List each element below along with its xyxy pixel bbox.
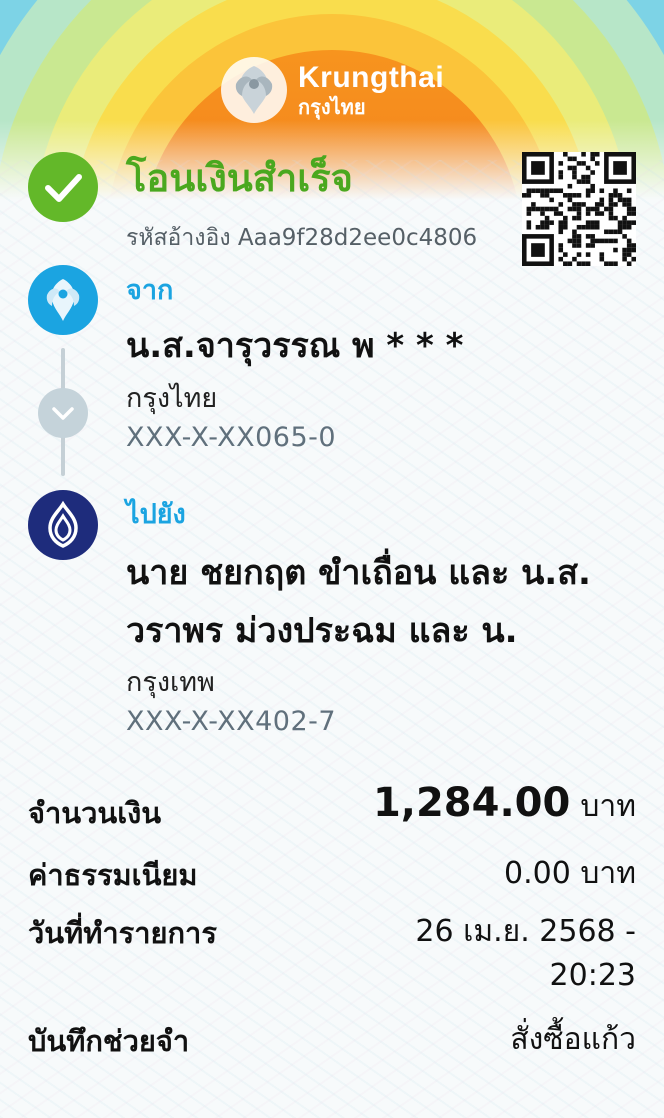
reference-code: รหัสอ้างอิง Aaa9f28d2ee0c4806 bbox=[126, 225, 478, 251]
to-name-line2: วราพร ม่วงประฉม และ น. bbox=[126, 611, 518, 651]
qr-code-icon[interactable] bbox=[522, 152, 636, 266]
success-badge bbox=[28, 152, 98, 222]
to-account-number: XXX-X-XX402-7 bbox=[126, 706, 337, 737]
fee-value: 0.00 บาท bbox=[504, 856, 636, 891]
amount-currency: บาท bbox=[580, 789, 636, 824]
memo-label: บันทึกช่วยจำ bbox=[28, 1024, 190, 1058]
from-name: น.ส.จารุวรรณ พ * * * bbox=[126, 326, 464, 366]
amount-value: 1,284.00 บาท bbox=[373, 780, 636, 830]
transaction-date-line1: 26 เม.ย. 2568 - bbox=[415, 914, 636, 949]
from-bank-name: กรุงไทย bbox=[126, 383, 218, 414]
transaction-time: 20:23 bbox=[549, 958, 636, 993]
krungthai-bird-icon bbox=[221, 57, 287, 123]
status-title: โอนเงินสำเร็จ bbox=[126, 156, 353, 200]
to-name-line1: นาย ชยกฤต ขำเถื่อน และ น.ส. bbox=[126, 553, 591, 593]
fee-label: ค่าธรรมเนียม bbox=[28, 858, 198, 892]
brand-name-en: Krungthai bbox=[298, 61, 445, 94]
from-account-number: XXX-X-XX065-0 bbox=[126, 422, 337, 453]
from-label: จาก bbox=[126, 275, 174, 306]
krungthai-logo-icon bbox=[46, 279, 80, 321]
transaction-date-label: วันที่ทำรายการ bbox=[28, 916, 217, 950]
brand-name-th: กรุงไทย bbox=[298, 95, 366, 119]
bangkok-bank-logo-icon bbox=[48, 500, 78, 548]
to-bank-name: กรุงเทพ bbox=[126, 667, 215, 698]
check-icon bbox=[45, 174, 82, 202]
to-bank-logo bbox=[28, 490, 98, 560]
krungthai-logo: Krungthai กรุงไทย bbox=[218, 54, 444, 126]
from-bank-logo bbox=[28, 265, 98, 335]
amount-label: จำนวนเงิน bbox=[28, 796, 162, 830]
amount-number: 1,284.00 bbox=[372, 780, 571, 826]
memo-value: สั่งซื้อแก้ว bbox=[510, 1022, 636, 1057]
chevron-down-icon bbox=[52, 407, 74, 420]
to-label: ไปยัง bbox=[126, 499, 186, 530]
transfer-direction-indicator bbox=[38, 388, 88, 438]
